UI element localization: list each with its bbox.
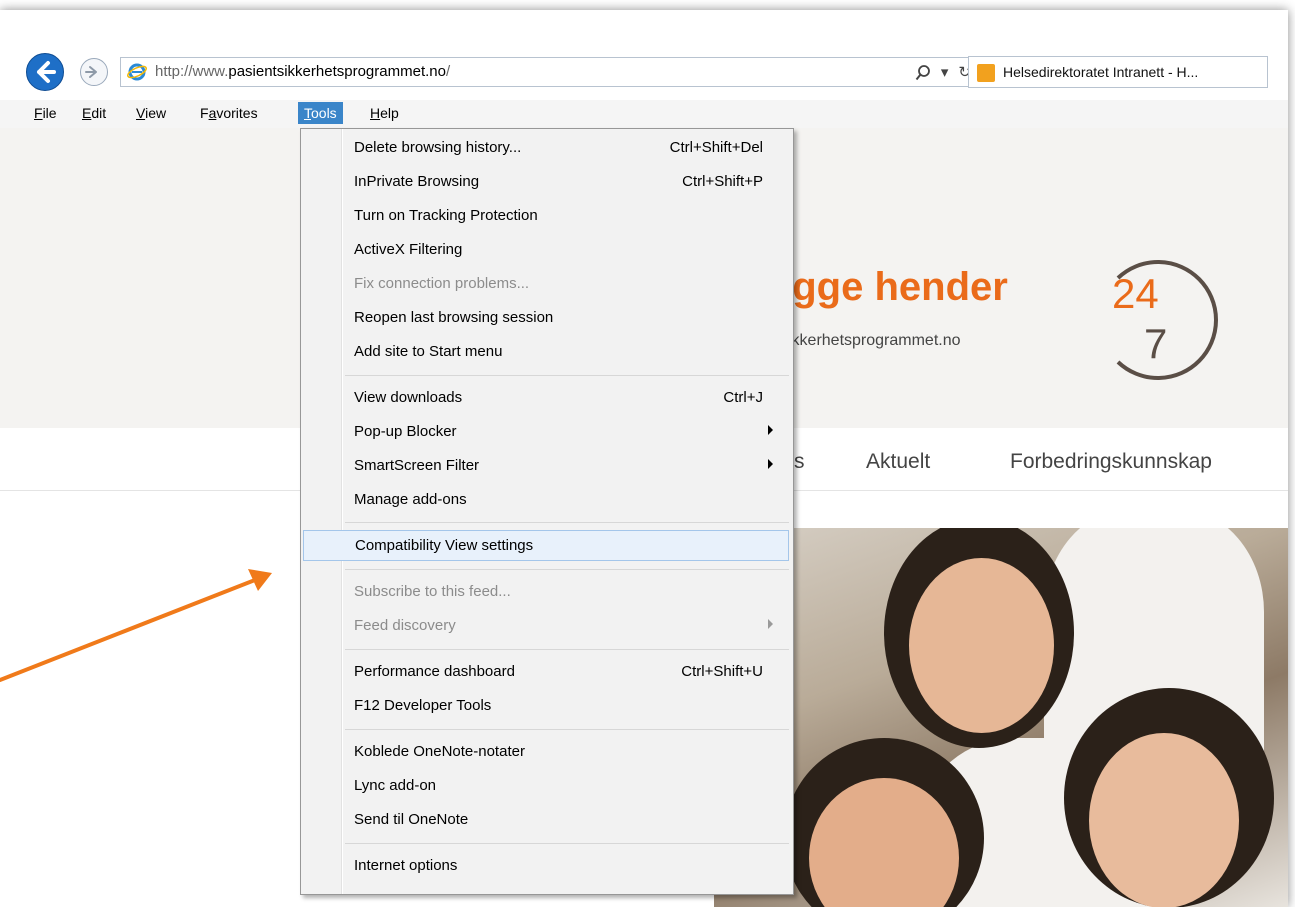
menu-item-delete-browsing-history[interactable]: Delete browsing history... Ctrl+Shift+Del	[303, 133, 789, 164]
address-toolbar: http://www.pasientsikkerhetsprogrammet.n…	[0, 10, 1288, 100]
logo-24: 24	[1112, 270, 1159, 317]
menu-bar: File Edit View Favorites Tools Help	[0, 100, 1288, 129]
menu-item-fix-connection: Fix connection problems...	[354, 275, 530, 292]
back-button[interactable]	[26, 53, 64, 91]
menu-item-manage-addons[interactable]: Manage add-ons	[303, 485, 789, 516]
menu-view[interactable]: View	[130, 104, 172, 122]
logo-24-7-icon: 24 7	[1112, 260, 1218, 380]
search-icon[interactable]	[915, 64, 931, 82]
menu-item-f12-dev-tools[interactable]: F12 Developer Tools	[303, 691, 789, 722]
url-prefix: http://www.	[155, 63, 229, 80]
photo-face-1	[909, 558, 1054, 733]
menu-separator	[345, 375, 789, 376]
tools-dropdown-menu: Delete browsing history... Ctrl+Shift+Del…	[300, 128, 794, 895]
annotation-arrow	[0, 569, 272, 682]
address-bar-controls: ▾ ↻	[915, 63, 971, 82]
menu-item-onenote-notes[interactable]: Koblede OneNote-notater	[303, 737, 789, 768]
menu-item-tracking-protection[interactable]: Turn on Tracking Protection	[303, 201, 789, 232]
menu-item-popup-blocker[interactable]: Pop-up Blocker	[303, 417, 789, 448]
menu-separator	[345, 649, 789, 650]
site-logo-text[interactable]: ygge hender	[770, 265, 1008, 310]
menu-item-performance-dashboard[interactable]: Performance dashboard Ctrl+Shift+U	[303, 657, 789, 688]
menu-item-activex-filtering[interactable]: ActiveX Filtering	[303, 235, 789, 266]
browser-tab[interactable]: Helsedirektoratet Intranett - H...	[968, 56, 1268, 88]
back-arrow-icon	[37, 61, 56, 83]
nav-item-partial[interactable]: s	[794, 450, 805, 474]
tab-title: Helsedirektoratet Intranett - H...	[1003, 64, 1199, 80]
menu-edit[interactable]: Edit	[76, 104, 112, 122]
forward-arrow-icon	[85, 66, 97, 78]
submenu-arrow-icon	[768, 425, 773, 435]
hero-photo	[714, 528, 1288, 907]
address-bar[interactable]: http://www.pasientsikkerhetsprogrammet.n…	[120, 57, 982, 87]
nav-item-forbedringskunnskap[interactable]: Forbedringskunnskap	[1010, 450, 1212, 474]
menu-favorites[interactable]: Favorites	[194, 104, 264, 122]
menu-separator	[345, 843, 789, 844]
forward-button[interactable]	[80, 58, 108, 86]
menu-item-add-site-start[interactable]: Add site to Start menu	[303, 337, 789, 368]
photo-face-3	[1089, 733, 1239, 907]
menu-separator	[345, 729, 789, 730]
menu-item-send-onenote[interactable]: Send til OneNote	[303, 805, 789, 836]
menu-separator	[345, 569, 789, 570]
menu-item-feed-discovery: Feed discovery	[303, 611, 789, 642]
submenu-arrow-icon	[768, 459, 773, 469]
menu-item-internet-options[interactable]: Internet options	[303, 851, 789, 882]
menu-tools[interactable]: Tools	[298, 102, 343, 124]
browser-window: http://www.pasientsikkerhetsprogrammet.n…	[0, 10, 1288, 907]
submenu-arrow-icon	[768, 619, 773, 629]
url-suffix: /	[445, 63, 451, 80]
menu-separator	[345, 522, 789, 523]
tab-favicon-icon	[977, 64, 995, 82]
menu-item-reopen-session[interactable]: Reopen last browsing session	[303, 303, 789, 334]
menu-item-compatibility-view[interactable]: Compatibility View settings	[303, 530, 789, 561]
menu-item-subscribe-feed: Subscribe to this feed...	[354, 583, 511, 600]
logo-7: 7	[1144, 320, 1167, 367]
ie-logo-icon	[127, 63, 147, 81]
url-text: http://www.pasientsikkerhetsprogrammet.n…	[155, 63, 450, 80]
menu-file[interactable]: File	[28, 104, 63, 122]
dropdown-icon[interactable]: ▾	[941, 63, 949, 82]
url-domain: pasientsikkerhetsprogrammet.no	[228, 63, 446, 80]
site-logo-subtitle: sikkerhetsprogrammet.no	[780, 332, 961, 349]
menu-item-view-downloads[interactable]: View downloads Ctrl+J	[303, 383, 789, 414]
menu-help[interactable]: Help	[364, 104, 405, 122]
menu-item-smartscreen[interactable]: SmartScreen Filter	[303, 451, 789, 482]
menu-item-lync-addon[interactable]: Lync add-on	[303, 771, 789, 802]
nav-item-aktuelt[interactable]: Aktuelt	[866, 450, 930, 474]
menu-item-inprivate-browsing[interactable]: InPrivate Browsing Ctrl+Shift+P	[303, 167, 789, 198]
